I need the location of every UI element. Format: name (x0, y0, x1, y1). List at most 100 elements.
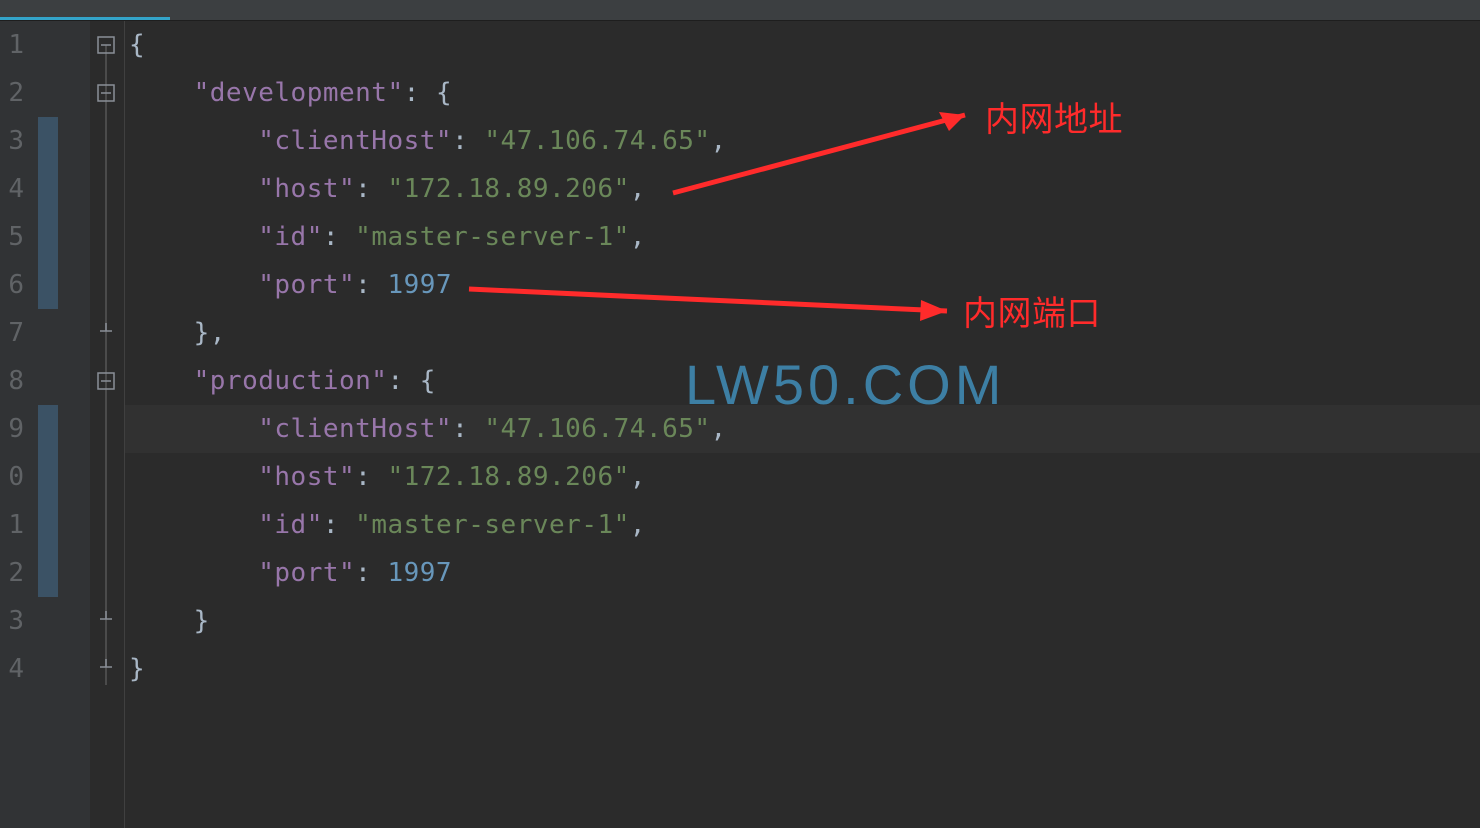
fold-open-icon[interactable] (96, 371, 116, 391)
line-number-gutter[interactable]: 12345678901234 (0, 21, 30, 828)
code-line[interactable]: "port": 1997 (125, 549, 1480, 597)
change-marker (38, 405, 58, 453)
change-marker (38, 117, 58, 165)
line-number: 2 (0, 69, 24, 117)
code-line[interactable]: "port": 1997 (125, 261, 1480, 309)
change-marker (38, 165, 58, 213)
token-str: "master-server-1" (355, 510, 630, 540)
token-pun (129, 318, 194, 348)
token-pun: : (355, 462, 387, 492)
line-number: 5 (0, 213, 24, 261)
fold-open-icon[interactable] (96, 83, 116, 103)
token-str: "47.106.74.65" (484, 126, 710, 156)
line-number: 6 (0, 261, 24, 309)
token-key: "port" (258, 270, 355, 300)
token-pun (129, 222, 258, 252)
token-pun: , (630, 462, 646, 492)
line-number: 3 (0, 597, 24, 645)
token-pun: , (711, 414, 727, 444)
token-key: "development" (194, 78, 404, 108)
line-number: 9 (0, 405, 24, 453)
token-num: 1997 (387, 558, 452, 588)
token-pun (129, 558, 258, 588)
code-line[interactable]: "clientHost": "47.106.74.65", (125, 405, 1480, 453)
token-key: "host" (258, 462, 355, 492)
token-brc: } (129, 654, 145, 684)
token-pun: , (711, 126, 727, 156)
token-pun (129, 462, 258, 492)
token-key: "host" (258, 174, 355, 204)
line-number: 1 (0, 501, 24, 549)
fold-close-icon[interactable] (96, 611, 116, 631)
token-num: 1997 (387, 270, 452, 300)
token-brc: } (194, 318, 210, 348)
token-pun (129, 606, 194, 636)
token-pun: : (355, 270, 387, 300)
token-pun: : (452, 414, 484, 444)
token-pun: : (355, 174, 387, 204)
code-line[interactable]: } (125, 645, 1480, 693)
fold-close-icon[interactable] (96, 323, 116, 343)
token-brc: { (436, 78, 452, 108)
token-pun: : (387, 366, 419, 396)
fold-open-icon[interactable] (96, 35, 116, 55)
change-marker (38, 453, 58, 501)
code-line[interactable]: "development": { (125, 69, 1480, 117)
line-number: 2 (0, 549, 24, 597)
code-line[interactable]: "id": "master-server-1", (125, 213, 1480, 261)
code-line[interactable]: }, (125, 309, 1480, 357)
code-line[interactable]: "production": { (125, 357, 1480, 405)
token-pun (129, 174, 258, 204)
token-key: "clientHost" (258, 126, 452, 156)
token-brc: { (129, 30, 145, 60)
token-pun (129, 126, 258, 156)
code-line[interactable]: { (125, 21, 1480, 69)
line-number: 7 (0, 309, 24, 357)
change-marker (38, 213, 58, 261)
line-number: 3 (0, 117, 24, 165)
token-pun: , (630, 510, 646, 540)
token-pun: : (355, 558, 387, 588)
token-str: "47.106.74.65" (484, 414, 710, 444)
token-str: "master-server-1" (355, 222, 630, 252)
token-str: "172.18.89.206" (387, 462, 629, 492)
change-marker (38, 261, 58, 309)
token-key: "id" (258, 510, 323, 540)
editor-tab-strip[interactable] (0, 0, 1480, 21)
fold-guide-line (105, 45, 107, 685)
token-pun: : (323, 510, 355, 540)
token-pun (129, 510, 258, 540)
marker-gutter[interactable] (30, 21, 90, 828)
code-line[interactable]: "host": "172.18.89.206", (125, 453, 1480, 501)
active-tab-underline (0, 17, 170, 20)
token-pun: , (630, 222, 646, 252)
line-number: 4 (0, 165, 24, 213)
code-line[interactable]: } (125, 597, 1480, 645)
change-marker (38, 501, 58, 549)
code-area[interactable]: 内网地址 内网端口 LW50.COM { "development": { "c… (125, 21, 1480, 828)
token-pun (129, 366, 194, 396)
fold-close-icon[interactable] (96, 659, 116, 679)
token-key: "production" (194, 366, 388, 396)
token-brc: { (420, 366, 436, 396)
token-key: "clientHost" (258, 414, 452, 444)
token-pun (129, 78, 194, 108)
fold-column[interactable] (90, 21, 125, 828)
editor-root: 12345678901234 内网地址 内网端口 LW50.COM { "dev… (0, 21, 1480, 828)
token-key: "id" (258, 222, 323, 252)
code-line[interactable]: "clientHost": "47.106.74.65", (125, 117, 1480, 165)
token-str: "172.18.89.206" (387, 174, 629, 204)
token-pun: , (210, 318, 226, 348)
line-number: 8 (0, 357, 24, 405)
code-line[interactable]: "host": "172.18.89.206", (125, 165, 1480, 213)
change-marker (38, 549, 58, 597)
token-pun (129, 270, 258, 300)
code-line[interactable]: "id": "master-server-1", (125, 501, 1480, 549)
token-pun: : (323, 222, 355, 252)
token-pun (129, 414, 258, 444)
line-number: 0 (0, 453, 24, 501)
token-pun: : (452, 126, 484, 156)
token-pun: , (630, 174, 646, 204)
line-number: 4 (0, 645, 24, 693)
line-number: 1 (0, 21, 24, 69)
